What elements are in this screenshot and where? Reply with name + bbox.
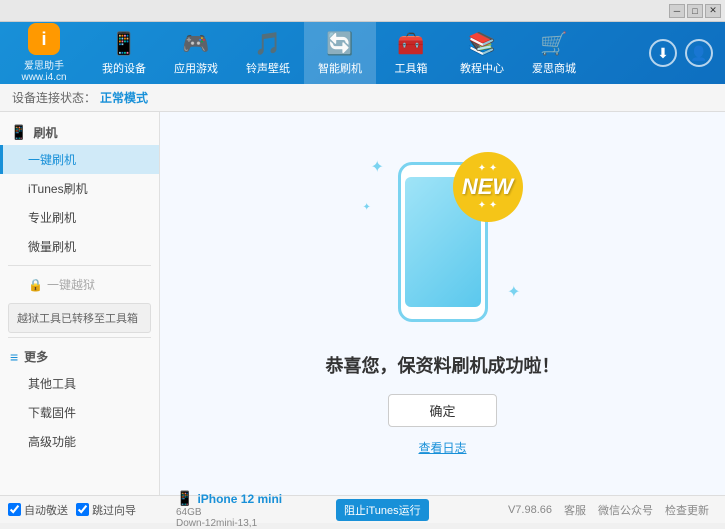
device-name: iPhone 12 mini	[197, 492, 282, 506]
jailbreak-label: 一键越狱	[47, 276, 95, 293]
device-system: Down-12mini-13,1	[176, 518, 320, 529]
nav-item-toolbox[interactable]: 🧰 工具箱	[376, 22, 446, 84]
store-label: 爱思商城	[532, 60, 576, 76]
success-text: 恭喜您，保资料刷机成功啦！	[326, 352, 560, 378]
close-button[interactable]: ✕	[705, 4, 721, 18]
sidebar-section-more-label: 更多	[24, 348, 48, 365]
ringtone-wallpaper-label: 铃声壁纸	[246, 60, 290, 76]
new-badge: ✦ ✦ NEW ✦ ✦	[453, 152, 523, 222]
sidebar-section-more[interactable]: ≡ 更多	[0, 342, 159, 369]
download-button[interactable]: ⬇	[649, 39, 677, 67]
sidebar-item-one-click-flash[interactable]: 一键刷机	[0, 145, 159, 174]
success-container: ✦ ✦ ✦ ✦ NEW ✦ ✦ ✦ 恭喜您，保资料刷机成功啦！ 确定 查看日志	[326, 152, 560, 456]
tutorials-icon: 📚	[468, 31, 495, 57]
sidebar-item-micro-flash[interactable]: 微量刷机	[0, 232, 159, 261]
sparkle-3: ✦	[363, 202, 371, 213]
jailbreak-info-box: 越狱工具已转移至工具箱	[8, 303, 151, 333]
sidebar-section-flash[interactable]: 📱 刷机	[0, 118, 159, 145]
badge-stars-bottom: ✦ ✦	[478, 200, 498, 211]
auto-send-input[interactable]	[8, 503, 21, 516]
sidebar-item-pro-flash[interactable]: 专业刷机	[0, 203, 159, 232]
toolbox-label: 工具箱	[395, 60, 428, 76]
version-label: V7.98.66	[508, 504, 552, 516]
sparkle-2: ✦	[507, 282, 520, 302]
divider-2	[8, 337, 151, 338]
user-button[interactable]: 👤	[685, 39, 713, 67]
status-label: 设备连接状态：	[12, 89, 96, 106]
skip-wizard-label: 跳过向导	[92, 502, 136, 518]
toolbox-icon: 🧰	[397, 31, 424, 57]
sidebar: 📱 刷机 一键刷机 iTunes刷机 专业刷机 微量刷机 🔒 一键越狱 越狱工具…	[0, 112, 160, 495]
ringtone-wallpaper-icon: 🎵	[254, 31, 281, 57]
nav-item-tutorials[interactable]: 📚 教程中心	[446, 22, 518, 84]
status-value: 正常模式	[100, 89, 148, 106]
minimize-button[interactable]: ─	[669, 4, 685, 18]
log-link[interactable]: 查看日志	[418, 439, 466, 456]
nav-item-store[interactable]: 🛒 爱思商城	[518, 22, 590, 84]
new-text: NEW	[462, 174, 513, 200]
logo-url: www.i4.cn	[21, 72, 66, 83]
status-bar: 设备连接状态： 正常模式	[0, 84, 725, 112]
sidebar-item-other-tools[interactable]: 其他工具	[0, 369, 159, 398]
smart-flash-icon: 🔄	[326, 31, 353, 57]
wechat-link[interactable]: 微信公众号	[598, 502, 653, 518]
nav-item-ringtone-wallpaper[interactable]: 🎵 铃声壁纸	[232, 22, 304, 84]
logo-name: 爱思助手	[24, 57, 64, 72]
sidebar-item-itunes-flash[interactable]: iTunes刷机	[0, 174, 159, 203]
nav-items: 📱 我的设备 🎮 应用游戏 🎵 铃声壁纸 🔄 智能刷机 🧰 工具箱 📚 教程中心…	[88, 22, 649, 84]
sidebar-section-jailbreak: 🔒 一键越狱	[0, 270, 159, 299]
window-controls[interactable]: ─ □ ✕	[669, 4, 721, 18]
header: i 爱思助手 www.i4.cn 📱 我的设备 🎮 应用游戏 🎵 铃声壁纸 🔄 …	[0, 22, 725, 84]
my-device-icon: 📱	[110, 31, 137, 57]
apps-games-label: 应用游戏	[174, 60, 218, 76]
itunes-button[interactable]: 阻止iTunes运行	[336, 499, 429, 521]
maximize-button[interactable]: □	[687, 4, 703, 18]
title-bar: ─ □ ✕	[0, 0, 725, 22]
smart-flash-label: 智能刷机	[318, 60, 362, 76]
customer-service-link[interactable]: 客服	[564, 502, 586, 518]
auto-send-checkbox[interactable]: 自动敬送	[8, 502, 68, 518]
tutorials-label: 教程中心	[460, 60, 504, 76]
sidebar-section-flash-label: 刷机	[33, 124, 57, 141]
device-info: 📱 iPhone 12 mini 64GB Down-12mini-13,1	[168, 490, 328, 529]
auto-send-label: 自动敬送	[24, 502, 68, 518]
badge-stars-top: ✦ ✦	[478, 163, 498, 174]
device-icon: 📱	[176, 490, 193, 507]
my-device-label: 我的设备	[102, 60, 146, 76]
confirm-button[interactable]: 确定	[388, 394, 496, 427]
flash-icon: 📱	[10, 124, 27, 141]
sparkle-1: ✦	[371, 157, 384, 177]
sidebar-item-advanced[interactable]: 高级功能	[0, 427, 159, 456]
nav-item-my-device[interactable]: 📱 我的设备	[88, 22, 160, 84]
divider-1	[8, 265, 151, 266]
logo-icon: i	[28, 23, 60, 55]
store-icon: 🛒	[540, 31, 567, 57]
bottom-bar: 自动敬送 跳过向导 📱 iPhone 12 mini 64GB Down-12m…	[0, 495, 725, 523]
lock-icon: 🔒	[28, 278, 43, 292]
more-icon: ≡	[10, 349, 18, 365]
nav-item-apps-games[interactable]: 🎮 应用游戏	[160, 22, 232, 84]
bottom-left: 自动敬送 跳过向导	[8, 502, 168, 518]
logo-area: i 爱思助手 www.i4.cn	[0, 23, 88, 83]
sidebar-item-download-firmware[interactable]: 下载固件	[0, 398, 159, 427]
phone-illustration: ✦ ✦ ✦ ✦ NEW ✦ ✦ ✦	[363, 152, 523, 332]
header-right: ⬇ 👤	[649, 39, 725, 67]
main-layout: 📱 刷机 一键刷机 iTunes刷机 专业刷机 微量刷机 🔒 一键越狱 越狱工具…	[0, 112, 725, 495]
device-storage: 64GB	[176, 507, 320, 518]
content-area: ✦ ✦ ✦ ✦ NEW ✦ ✦ ✦ 恭喜您，保资料刷机成功啦！ 确定 查看日志	[160, 112, 725, 495]
check-update-link[interactable]: 检查更新	[665, 502, 709, 518]
apps-games-icon: 🎮	[182, 31, 209, 57]
skip-wizard-checkbox[interactable]: 跳过向导	[76, 502, 136, 518]
nav-item-smart-flash[interactable]: 🔄 智能刷机	[304, 22, 376, 84]
skip-wizard-input[interactable]	[76, 503, 89, 516]
